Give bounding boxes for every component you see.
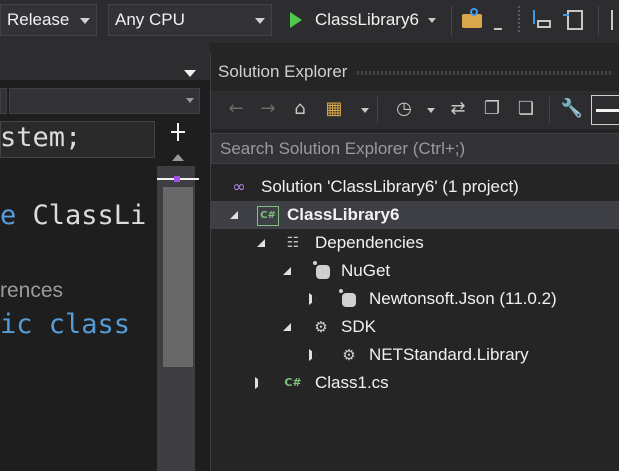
code-line-using: stem;	[0, 122, 82, 153]
configuration-value: Release	[7, 10, 70, 29]
split-editor-handle[interactable]	[157, 121, 199, 143]
frame-icon	[537, 20, 551, 28]
tree-item-solution[interactable]: ∞ Solution 'ClassLibrary6' (1 project)	[211, 173, 619, 201]
code-lens-references[interactable]: rences	[0, 279, 63, 303]
chevron-down-icon	[255, 18, 265, 24]
sdk-package-icon: ⚙	[342, 346, 356, 364]
main-toolbar: Release Any CPU ClassLibrary6	[0, 0, 619, 43]
expanded-arrow-icon[interactable]	[230, 211, 238, 219]
split-icon-bar	[177, 123, 179, 141]
chevron-down-icon[interactable]	[427, 108, 435, 113]
show-all-files-icon[interactable]: ❏	[513, 96, 539, 122]
tree-item-nuget[interactable]: NuGet	[211, 257, 619, 285]
code-line-namespace: e ClassLi	[0, 200, 146, 231]
collapsed-arrow-inner	[312, 351, 317, 359]
solution-explorer-panel: Solution Explorer ← → ⌂ ▦ ◷ ⇄ ❐ ❏ 🔧 Sear…	[210, 53, 619, 471]
expanded-arrow-icon[interactable]	[283, 323, 291, 331]
pending-changes-filter-icon[interactable]: ◷	[391, 96, 417, 122]
tree-item-label: ClassLibrary6	[287, 205, 400, 224]
tree-item-sdk-package[interactable]: ⚙ NETStandard.Library	[211, 341, 619, 369]
visual-studio-solution-icon: ∞	[232, 177, 246, 196]
properties-wrench-icon[interactable]: 🔧	[559, 96, 585, 122]
folder-icon	[462, 14, 482, 28]
tree-item-class1[interactable]: C# Class1.cs	[211, 369, 619, 397]
panel-title-grip[interactable]	[357, 71, 613, 75]
csharp-project-icon: C#	[257, 206, 279, 226]
project-nav-dropdown[interactable]	[0, 88, 7, 114]
tree-item-label: Newtonsoft.Json (11.0.2)	[369, 289, 557, 308]
format-document-button[interactable]	[563, 8, 587, 32]
switch-views-icon[interactable]: ▦	[321, 96, 347, 122]
editor-tab-strip	[0, 43, 210, 80]
tree-item-label: NuGet	[341, 261, 391, 280]
tree-item-label: Class1.cs	[315, 373, 389, 392]
sdk-icon: ⚙	[314, 318, 328, 336]
toolbar-overflow-icon[interactable]	[494, 28, 502, 30]
scroll-caret-marker	[174, 176, 180, 182]
code-identifier: ClassLi	[16, 200, 147, 231]
tree-item-sdk[interactable]: ⚙ SDK	[211, 313, 619, 341]
member-nav-dropdown[interactable]	[9, 88, 200, 114]
code-editor[interactable]: stem; e ClassLi rences ic class	[0, 43, 210, 471]
tree-item-label: Solution 'ClassLibrary6' (1 project)	[261, 177, 519, 196]
chevron-down-icon	[428, 18, 436, 23]
toolbar-separator	[377, 97, 378, 123]
back-icon[interactable]: ←	[223, 96, 249, 122]
csharp-file-icon: C#	[284, 376, 302, 389]
chevron-down-icon[interactable]	[184, 70, 196, 77]
arrow-icon	[533, 10, 535, 24]
dependencies-icon: ☷	[286, 235, 300, 251]
tree-item-project[interactable]: C# ClassLibrary6	[211, 201, 619, 229]
editor-scroll-thumb[interactable]	[163, 187, 193, 367]
nuget-icon	[313, 261, 333, 281]
start-debugging-button[interactable]: ClassLibrary6	[282, 4, 445, 36]
preview-selected-items-button[interactable]	[591, 95, 619, 125]
tree-item-label: Dependencies	[315, 233, 424, 252]
open-folder-button[interactable]	[460, 8, 486, 32]
configuration-dropdown[interactable]: Release	[0, 4, 97, 36]
chevron-down-icon	[186, 98, 194, 103]
expanded-arrow-icon[interactable]	[257, 239, 265, 247]
preview-icon	[596, 109, 619, 112]
sync-with-active-document-icon[interactable]: ⇄	[445, 96, 471, 122]
solution-explorer-toolbar: ← → ⌂ ▦ ◷ ⇄ ❐ ❏ 🔧	[211, 91, 619, 129]
indent-icon	[563, 14, 569, 16]
step-into-button[interactable]	[530, 8, 554, 32]
toolbar-grip[interactable]	[518, 6, 520, 34]
scroll-up-icon[interactable]	[172, 154, 184, 161]
tree-item-label: SDK	[341, 317, 376, 336]
collapsed-arrow-inner	[258, 379, 263, 387]
solution-explorer-title: Solution Explorer	[218, 62, 348, 81]
tree-item-dependencies[interactable]: ☷ Dependencies	[211, 229, 619, 257]
document-icon	[567, 10, 583, 30]
run-target-label: ClassLibrary6	[315, 10, 419, 29]
collapse-all-icon[interactable]: ❐	[479, 96, 505, 122]
collapsed-arrow-inner	[312, 295, 317, 303]
play-icon	[290, 12, 302, 28]
solution-explorer-search-input[interactable]: Search Solution Explorer (Ctrl+;)	[211, 133, 619, 164]
toolbar-separator	[549, 97, 550, 123]
tree-item-nuget-package[interactable]: Newtonsoft.Json (11.0.2)	[211, 285, 619, 313]
code-keyword: e	[0, 200, 17, 231]
home-icon[interactable]: ⌂	[287, 96, 313, 122]
toolbar-separator	[451, 6, 452, 36]
toolbar-cut-icon	[611, 10, 613, 30]
forward-icon[interactable]: →	[255, 96, 281, 122]
chevron-down-icon	[80, 18, 90, 24]
nuget-package-icon	[339, 289, 359, 309]
expanded-arrow-icon[interactable]	[283, 267, 291, 275]
chevron-down-icon[interactable]	[361, 108, 369, 113]
toolbar-separator	[598, 6, 599, 36]
code-line-class: ic class	[0, 309, 131, 340]
platform-dropdown[interactable]: Any CPU	[108, 4, 272, 36]
search-icon	[470, 8, 478, 16]
tree-item-label: NETStandard.Library	[369, 345, 529, 364]
platform-value: Any CPU	[115, 10, 185, 29]
